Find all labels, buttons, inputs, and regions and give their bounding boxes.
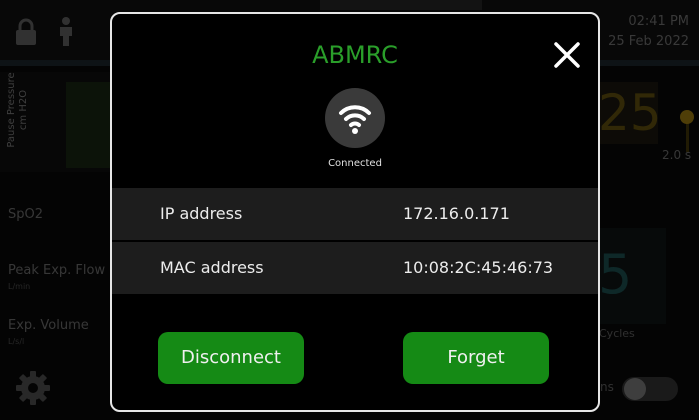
- wifi-details-dialog: ABMRC Connected IP address 172.16.0.171 …: [110, 12, 600, 412]
- ip-address-label: IP address: [160, 204, 243, 223]
- network-name: ABMRC: [312, 41, 398, 69]
- pause-pressure-label: Pause Pressure cm H2O: [6, 72, 29, 148]
- right-slider-handle[interactable]: [680, 110, 694, 124]
- ip-address-value: 172.16.0.171: [403, 204, 510, 223]
- lock-icon[interactable]: [14, 18, 38, 46]
- clock: 02:41 PM 25 Feb 2022: [608, 12, 689, 52]
- exp-volume-label: Exp. Volume: [8, 318, 89, 333]
- peak-exp-flow-unit: L/min: [8, 282, 31, 291]
- wifi-icon: [339, 105, 371, 134]
- clock-time: 02:41 PM: [628, 14, 689, 29]
- peak-exp-flow-label: Peak Exp. Flow: [8, 263, 106, 278]
- green-value: 5: [598, 243, 633, 306]
- mac-address-value: 10:08:2C:45:46:73: [403, 258, 554, 277]
- toggle-knob[interactable]: [624, 378, 646, 400]
- exp-volume-unit: L/s/l: [8, 337, 25, 346]
- top-tab: [320, 0, 482, 10]
- forget-button[interactable]: Forget: [403, 332, 549, 384]
- disconnect-button[interactable]: Disconnect: [158, 332, 304, 384]
- cycles-label: Cycles: [599, 327, 635, 340]
- clock-date: 25 Feb 2022: [608, 34, 689, 49]
- connection-status: Connected: [328, 158, 382, 169]
- mac-address-row: MAC address 10:08:2C:45:46:73: [112, 242, 598, 294]
- mac-address-label: MAC address: [160, 258, 264, 277]
- close-icon[interactable]: [552, 40, 582, 70]
- person-icon[interactable]: [56, 16, 76, 46]
- pause-pressure-value-box: [66, 82, 110, 168]
- toggle-label: ns: [600, 380, 614, 394]
- right-value: 25: [598, 84, 662, 142]
- right-time: 2.0 s: [662, 148, 692, 162]
- spo2-label: SpO2: [8, 207, 44, 222]
- ip-address-row: IP address 172.16.0.171: [112, 188, 598, 240]
- gear-icon[interactable]: [14, 369, 52, 407]
